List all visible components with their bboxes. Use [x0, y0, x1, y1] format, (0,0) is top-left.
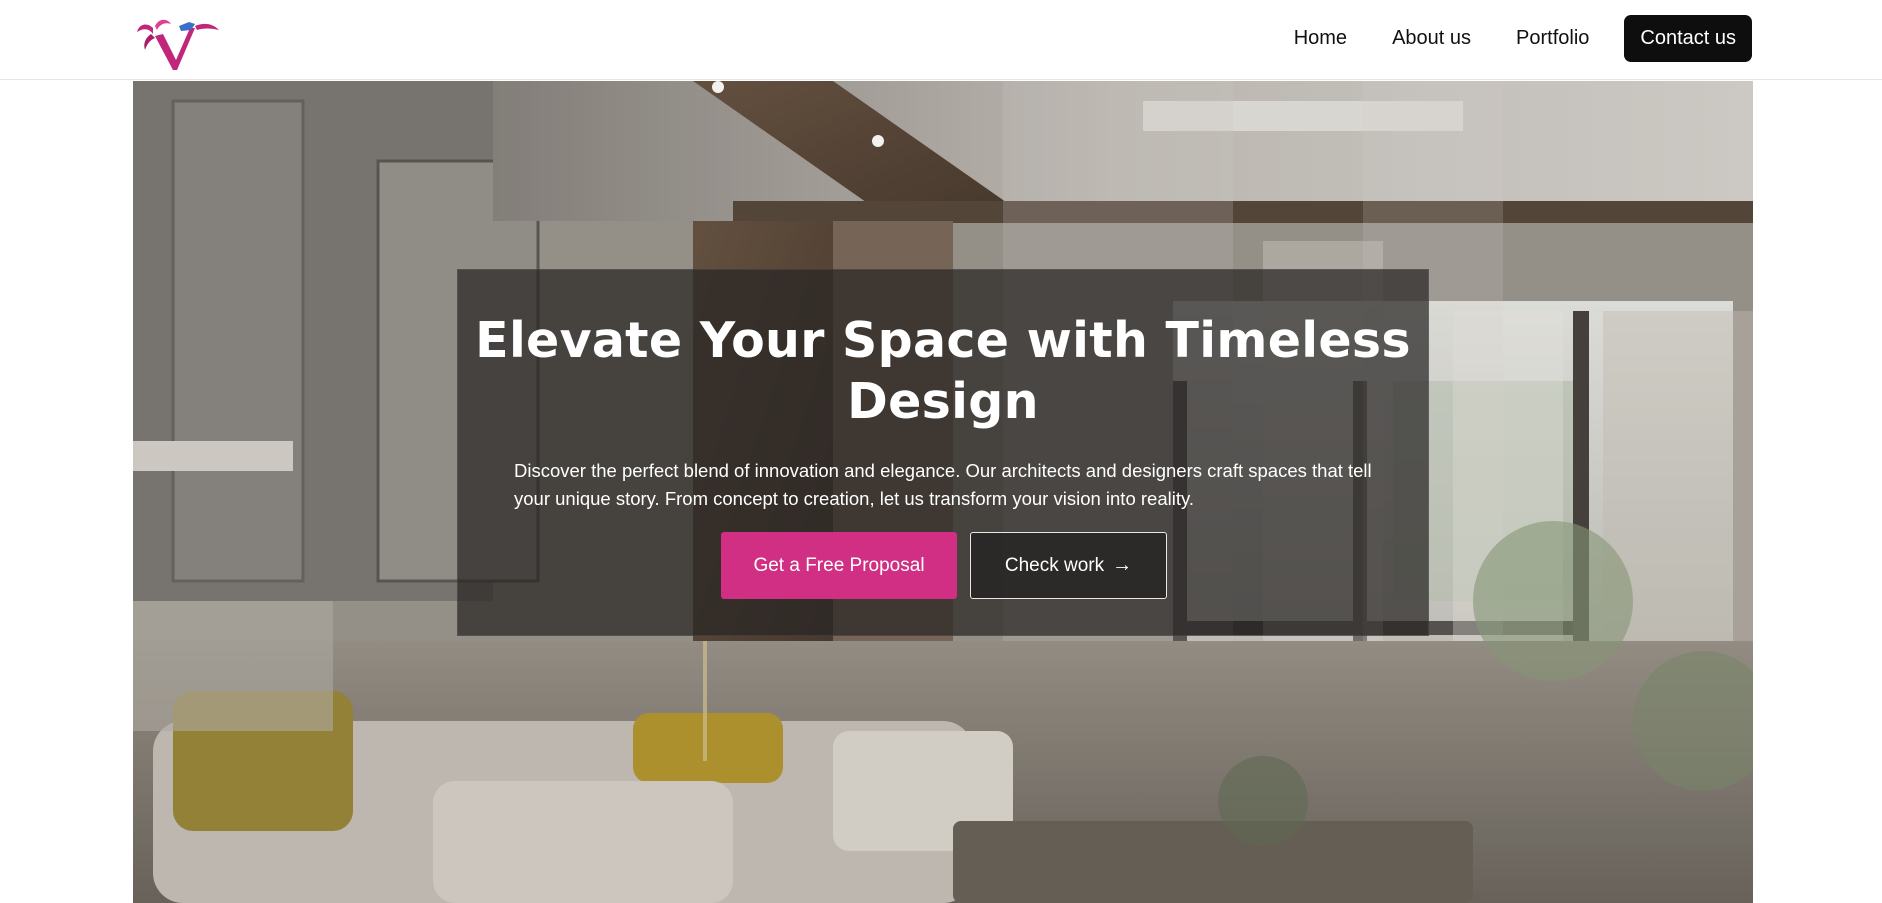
get-free-proposal-button[interactable]: Get a Free Proposal	[721, 532, 957, 599]
hero-card: Elevate Your Space with Timeless Design …	[457, 269, 1429, 636]
check-work-button[interactable]: Check work →	[970, 532, 1167, 599]
top-navbar: Home About us Portfolio Contact us	[0, 0, 1882, 80]
nav-portfolio-link[interactable]: Portfolio	[1516, 27, 1589, 50]
arrow-right-icon: →	[1112, 554, 1133, 576]
hero-section: Elevate Your Space with Timeless Design …	[133, 81, 1753, 903]
hero-description: Discover the perfect blend of innovation…	[514, 460, 1372, 509]
nav-about-link[interactable]: About us	[1392, 27, 1471, 50]
logo-icon	[137, 19, 219, 70]
hero-title: Elevate Your Space with Timeless Design	[475, 312, 1411, 430]
nav-home-link[interactable]: Home	[1294, 27, 1347, 50]
brand-logo[interactable]	[133, 12, 225, 72]
main-nav: Home About us Portfolio Contact us	[1249, 15, 1752, 62]
check-work-label: Check work	[1004, 554, 1105, 576]
contact-us-button[interactable]: Contact us	[1624, 15, 1752, 62]
